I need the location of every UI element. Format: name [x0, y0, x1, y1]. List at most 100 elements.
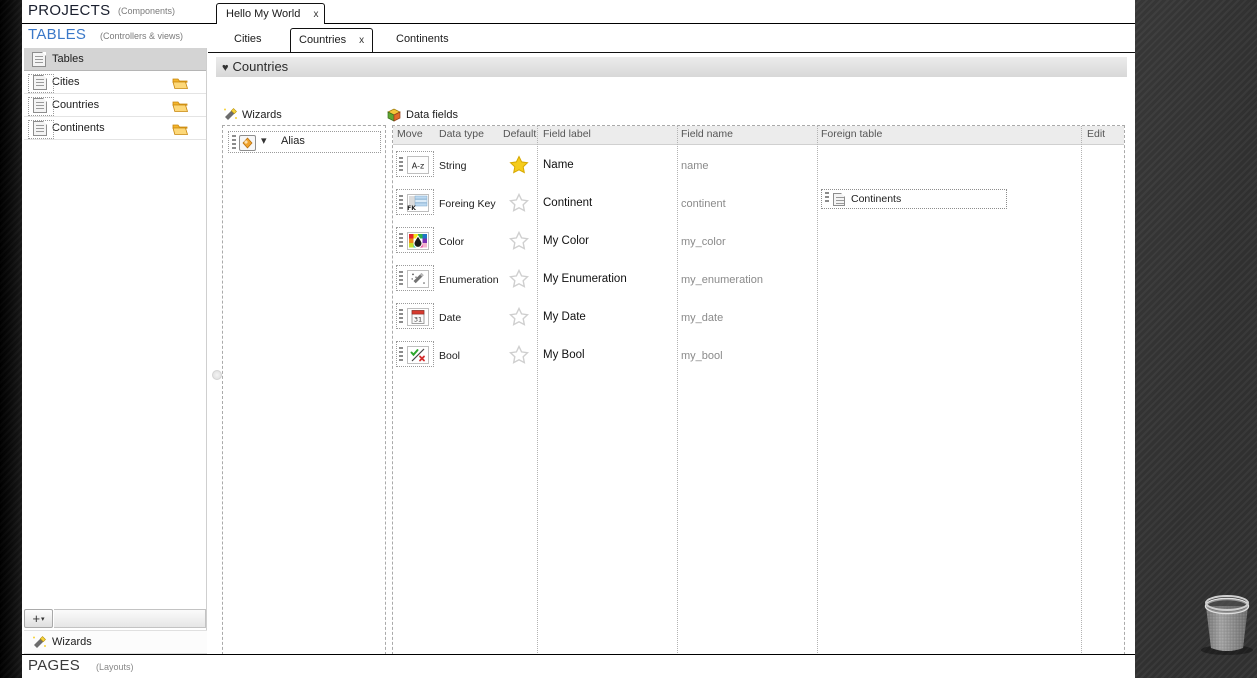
- sidebar-header-label: Tables: [52, 53, 84, 65]
- collapse-chevron-icon[interactable]: ♥: [222, 62, 229, 74]
- document-icon: [33, 75, 47, 90]
- document-icon: [33, 121, 47, 136]
- default-star-icon[interactable]: [509, 345, 529, 364]
- cell-field-label: My Enumeration: [543, 273, 627, 285]
- drag-handle-icon[interactable]: [232, 135, 236, 151]
- document-icon: [833, 193, 845, 206]
- table-row[interactable]: Bool My Bool my_bool: [393, 335, 1124, 373]
- sidebar-footer-item-wizards[interactable]: Wizards: [24, 630, 207, 653]
- projects-subtitle: (Components): [118, 6, 176, 16]
- cell-field-label: My Date: [543, 311, 586, 323]
- table-tab-bar: Cities Countries x Continents: [208, 24, 708, 52]
- tables-subtitle: (Controllers & views): [100, 31, 184, 41]
- data-fields-header-row: Move Data type Default Field label Field…: [393, 126, 1124, 145]
- pages-title: PAGES: [28, 657, 81, 674]
- sidebar-item-label: Countries: [52, 99, 100, 111]
- cell-data-type: Color: [439, 236, 465, 248]
- data-fields-section-label: Data fields: [406, 109, 458, 121]
- foreign-table-pill-continents[interactable]: Continents: [821, 189, 1007, 209]
- column-header-field-name: Field name: [681, 128, 733, 140]
- column-header-default: Default: [503, 128, 537, 140]
- drag-handle-icon[interactable]: [399, 271, 403, 287]
- wizards-section-label: Wizards: [242, 109, 282, 121]
- default-star-icon[interactable]: [509, 269, 529, 288]
- row-drag-handle[interactable]: 31: [396, 303, 434, 329]
- panel-resize-handle[interactable]: [212, 370, 222, 380]
- cell-field-name: my_date: [681, 312, 724, 324]
- folder-open-icon[interactable]: [172, 99, 189, 112]
- sidebar-header-tables[interactable]: Tables: [24, 48, 206, 71]
- foreign-key-icon: FK: [407, 194, 429, 212]
- row-drag-handle[interactable]: [396, 227, 434, 253]
- tables-sidebar: Tables Cities Countries Continents: [24, 48, 207, 630]
- project-tab-hello-my-world[interactable]: Hello My World x: [216, 3, 326, 24]
- default-star-icon[interactable]: [509, 307, 529, 326]
- default-star-icon[interactable]: [509, 155, 529, 174]
- sidebar-item-label: Cities: [52, 76, 80, 88]
- row-drag-handle[interactable]: A-z: [396, 151, 434, 177]
- a-z-icon: A-z: [407, 156, 429, 174]
- cell-data-type: String: [439, 160, 467, 172]
- drag-handle-icon[interactable]: [399, 157, 403, 173]
- trash-can-icon[interactable]: [1196, 588, 1257, 658]
- table-row[interactable]: Color My Color my_color: [393, 221, 1124, 259]
- data-fields-drop-zone[interactable]: Move Data type Default Field label Field…: [392, 125, 1125, 670]
- table-row[interactable]: Enumeration My Enumeration my_enumeratio…: [393, 259, 1124, 297]
- svg-text:31: 31: [414, 315, 422, 323]
- sidebar-item-continents[interactable]: Continents: [24, 117, 206, 140]
- wizard-item-alias[interactable]: ▾ Alias: [228, 131, 381, 153]
- pages-header-bar: PAGES (Layouts): [22, 654, 1135, 678]
- drag-handle-icon[interactable]: [399, 233, 403, 249]
- column-header-move: Move: [397, 128, 423, 140]
- drag-handle-icon[interactable]: [399, 309, 403, 325]
- drag-handle-icon[interactable]: [399, 347, 403, 363]
- default-star-icon[interactable]: [509, 231, 529, 250]
- column-header-data-type: Data type: [439, 128, 484, 140]
- row-drag-handle[interactable]: FK: [396, 189, 434, 215]
- chevron-down-icon: ▾: [41, 616, 45, 623]
- row-drag-handle[interactable]: [396, 341, 434, 367]
- folder-open-icon[interactable]: [172, 76, 189, 89]
- sidebar-item-cities[interactable]: Cities: [24, 71, 206, 94]
- default-star-icon[interactable]: [509, 193, 529, 212]
- wizards-drop-zone[interactable]: ▾ Alias: [222, 125, 386, 670]
- panel-header[interactable]: ♥ Countries: [216, 57, 1127, 77]
- close-icon[interactable]: x: [359, 35, 364, 46]
- application-canvas: TABLES (Controllers & views) Tables Citi…: [22, 24, 1135, 678]
- data-types-cube-icon: [386, 107, 402, 123]
- foreign-table-label: Continents: [851, 193, 902, 205]
- cell-field-label: My Color: [543, 235, 590, 247]
- tab-label: Continents: [396, 33, 449, 45]
- sidebar-item-label: Continents: [52, 122, 105, 134]
- tab-label: Cities: [234, 33, 262, 45]
- folder-open-icon[interactable]: [172, 122, 189, 135]
- drag-handle-icon[interactable]: [825, 192, 829, 206]
- tab-cities[interactable]: Cities: [226, 28, 270, 52]
- cell-field-label: Continent: [543, 197, 593, 209]
- cell-field-name: continent: [681, 198, 726, 210]
- tab-continents[interactable]: Continents: [388, 28, 457, 52]
- page-title: PROJECTS: [28, 2, 111, 19]
- chevron-down-icon[interactable]: ▾: [261, 134, 267, 147]
- projects-header-bar: PROJECTS (Components): [22, 0, 1135, 24]
- project-tab-bar: Hello My World x: [196, 0, 396, 24]
- cell-field-name: my_bool: [681, 350, 723, 362]
- sidebar-item-countries[interactable]: Countries: [24, 94, 206, 117]
- svg-text:FK: FK: [407, 205, 416, 212]
- table-row[interactable]: FK Foreing Key Continent continent Conti…: [393, 183, 1124, 221]
- cell-field-name: name: [681, 160, 709, 172]
- table-editor-content: ♥Countries Wizards Data fields ▾ Alias: [208, 52, 1135, 678]
- column-header-edit: Edit: [1087, 128, 1106, 140]
- close-icon[interactable]: x: [313, 9, 318, 20]
- cell-field-label: My Bool: [543, 349, 585, 361]
- drag-handle-icon[interactable]: [399, 195, 403, 211]
- cell-data-type: Bool: [439, 350, 461, 362]
- table-row[interactable]: 31 Date My Date my_date: [393, 297, 1124, 335]
- tab-countries[interactable]: Countries x: [290, 28, 374, 52]
- document-icon: [32, 52, 46, 67]
- table-row[interactable]: A-z String Name name: [393, 145, 1124, 183]
- row-drag-handle[interactable]: [396, 265, 434, 291]
- pages-subtitle: (Layouts): [96, 662, 134, 672]
- enumeration-icon: [407, 270, 429, 288]
- add-button[interactable]: +▾: [24, 609, 53, 628]
